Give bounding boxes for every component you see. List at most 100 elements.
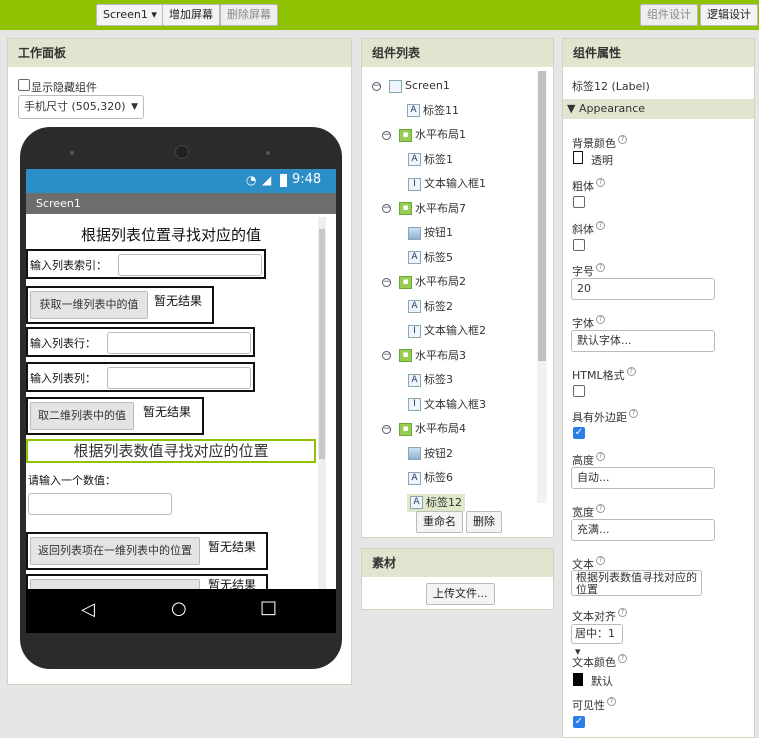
arrangement-3[interactable]: 输入列表列： — [26, 362, 255, 392]
help-icon[interactable]: ? — [596, 221, 605, 230]
screen-scrollbar[interactable] — [318, 217, 326, 589]
text-align-select[interactable]: 居中：1 ▾ — [571, 624, 623, 658]
text-color-swatch[interactable] — [573, 673, 583, 686]
tree-scrollbar[interactable] — [537, 71, 547, 503]
arrangement-4[interactable]: 取二维列表中的值 暂无结果 — [26, 397, 204, 435]
width-input[interactable]: 充满... — [571, 519, 715, 541]
help-icon[interactable]: ? — [596, 452, 605, 461]
tree-item[interactable]: − ▪ 水平布局1 — [382, 126, 466, 144]
has-margins-checkbox[interactable]: ✓ — [573, 427, 585, 439]
properties-title: 组件属性 — [563, 39, 754, 67]
blocks-button[interactable]: 逻辑设计 — [700, 4, 758, 26]
help-icon[interactable]: ? — [596, 556, 605, 565]
tree-item[interactable]: − ▪ 水平布局4 — [382, 420, 466, 438]
selected-component-name: 标签12 (Label) — [572, 80, 650, 93]
collapse-toggle-icon[interactable]: − — [382, 204, 391, 213]
visible-checkbox[interactable]: ✓ — [573, 716, 585, 728]
tree-item[interactable]: 按钮2 — [408, 445, 453, 463]
arrangement-1[interactable]: 输入列表索引： — [26, 249, 266, 279]
column-input[interactable] — [107, 367, 251, 389]
rename-button[interactable]: 重命名 — [416, 511, 463, 533]
arrangement-6[interactable]: 暂无结果 — [26, 574, 268, 589]
tree-item[interactable]: A 标签11 — [407, 102, 459, 120]
phone-size-value: 手机尺寸 (505,320) — [24, 100, 126, 113]
arrangement-5[interactable]: 返回列表项在一维列表中的位置 暂无结果 — [26, 532, 268, 570]
screen-component-icon — [389, 79, 402, 93]
italic-checkbox[interactable] — [573, 239, 585, 251]
battery-icon — [280, 174, 287, 187]
collapse-toggle-icon[interactable]: − — [382, 424, 391, 434]
recent-apps-icon[interactable]: □ — [260, 597, 277, 618]
help-icon[interactable]: ? — [607, 697, 616, 706]
get-1d-button[interactable]: 获取一维列表中的值 — [30, 291, 148, 319]
upload-file-button[interactable]: 上传文件... — [426, 583, 495, 605]
add-screen-button[interactable]: 增加屏幕 — [162, 4, 220, 26]
tree-item-label: 水平布局1 — [415, 128, 466, 141]
width-label: 宽度 — [572, 506, 594, 519]
help-icon[interactable]: ? — [596, 263, 605, 272]
font-size-input[interactable]: 20 — [571, 278, 715, 300]
enter-value-label: 请输入一个数值： — [28, 474, 116, 487]
height-input[interactable]: 自动... — [571, 467, 715, 489]
arrangement-2[interactable]: 输入列表行： — [26, 327, 255, 357]
tree-item[interactable]: − Screen1 — [372, 77, 450, 95]
tree-item-label: 水平布局3 — [415, 348, 466, 362]
tree-item-label: 文本输入框3 — [424, 397, 486, 411]
help-icon[interactable]: ? — [626, 367, 636, 376]
html-format-checkbox[interactable] — [573, 385, 585, 397]
tree-item[interactable]: A 标签12 — [407, 493, 465, 512]
value-input[interactable] — [28, 493, 172, 515]
collapse-toggle-icon[interactable]: − — [382, 351, 391, 360]
font-face-label: 字体 — [572, 317, 594, 330]
tree-item[interactable]: A 标签2 — [408, 298, 453, 316]
help-icon[interactable]: ? — [596, 315, 605, 324]
delete-button[interactable]: 删除 — [466, 511, 502, 533]
tree-item-label: 水平布局2 — [415, 275, 466, 288]
partial-button[interactable] — [30, 579, 200, 589]
arrangement-7[interactable]: 获取一维列表中的值 暂无结果 — [26, 286, 214, 324]
row-input[interactable] — [107, 332, 251, 354]
show-hidden-checkbox[interactable] — [18, 79, 30, 91]
bold-checkbox[interactable] — [573, 196, 585, 208]
appearance-section[interactable]: ▼ Appearance — [563, 99, 754, 119]
return-position-button[interactable]: 返回列表项在一维列表中的位置 — [30, 537, 200, 565]
back-icon[interactable]: ◁ — [81, 599, 95, 620]
help-icon[interactable]: ? — [618, 135, 627, 144]
help-icon[interactable]: ? — [596, 178, 605, 187]
tree-item[interactable]: A 标签6 — [408, 469, 453, 487]
horizontal-arrangement-icon: ▪ — [399, 422, 412, 436]
designer-button[interactable]: 组件设计 — [640, 4, 698, 26]
help-icon[interactable]: ? — [618, 654, 627, 663]
column-label: 输入列表列： — [30, 372, 96, 385]
tree-item[interactable]: 按钮1 — [408, 224, 453, 242]
tree-item[interactable]: − ▪ 水平布局7 — [382, 200, 466, 218]
help-icon[interactable]: ? — [629, 409, 638, 418]
font-face-input[interactable]: 默认字体... — [571, 330, 715, 352]
tree-item[interactable]: A 标签5 — [408, 249, 453, 267]
heading-label-2[interactable]: 根据列表数值寻找对应的位置 — [26, 439, 316, 463]
index-label: 输入列表索引： — [30, 259, 107, 272]
heading-label-1[interactable]: 根据列表位置寻找对应的值 — [26, 224, 316, 245]
result-label-3: 暂无结果 — [208, 540, 257, 554]
tree-item[interactable]: I 文本输入框1 — [408, 175, 486, 193]
tree-item[interactable]: I 文本输入框2 — [408, 322, 486, 340]
screen-select[interactable]: Screen1 ▾ — [96, 4, 164, 26]
tree-item[interactable]: A 标签1 — [408, 151, 453, 169]
tree-item[interactable]: − ▪ 水平布局2 — [382, 273, 466, 291]
tree-item[interactable]: I 文本输入框3 — [408, 396, 486, 414]
camera-icon — [175, 145, 189, 159]
tree-item[interactable]: − ▪ 水平布局3 — [382, 347, 466, 365]
remove-screen-button[interactable]: 删除屏幕 — [220, 4, 278, 26]
text-textarea[interactable]: 根据列表数值寻找对应的位置 — [571, 570, 702, 596]
phone-size-select[interactable]: 手机尺寸 (505,320) ▼ — [18, 95, 144, 119]
get-2d-button[interactable]: 取二维列表中的值 — [30, 402, 134, 430]
collapse-toggle-icon[interactable]: − — [382, 277, 391, 287]
collapse-toggle-icon[interactable]: − — [372, 81, 381, 91]
bg-color-swatch[interactable] — [573, 151, 583, 164]
collapse-toggle-icon[interactable]: − — [382, 130, 391, 140]
help-icon[interactable]: ? — [618, 608, 627, 617]
home-icon[interactable]: ○ — [171, 598, 187, 619]
help-icon[interactable]: ? — [596, 504, 605, 513]
index-input[interactable] — [118, 254, 262, 276]
tree-item[interactable]: A 标签3 — [408, 371, 453, 389]
